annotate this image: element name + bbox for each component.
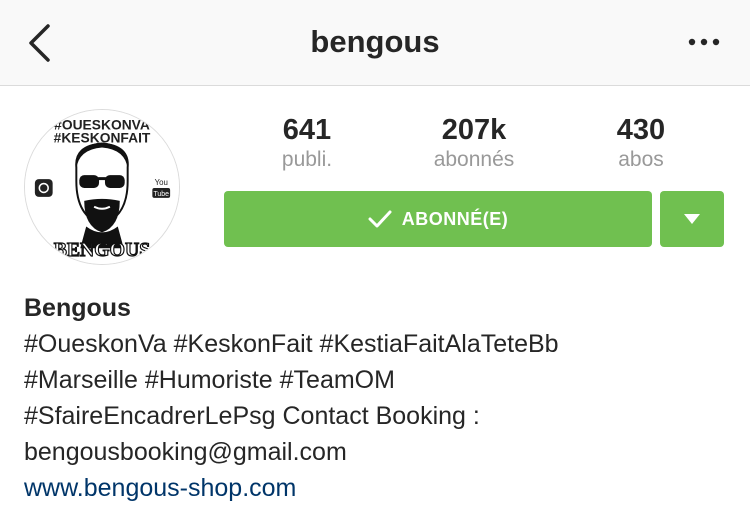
navigation-bar: bengous [0, 0, 750, 86]
checkmark-icon [368, 210, 392, 228]
caret-down-icon [684, 214, 700, 224]
following-count[interactable]: 430 abos [571, 113, 711, 173]
followers-count[interactable]: 207k abonnés [404, 113, 544, 173]
profile-avatar[interactable]: #OUESKONVA #KESKONFAIT You Tube BENGOUS [24, 109, 180, 265]
posts-count-value: 641 [282, 114, 332, 146]
instagram-badge-icon [34, 179, 53, 197]
profile-bio: Bengous #OueskonVa #KeskonFait #KestiaFa… [24, 290, 734, 506]
following-button-label: ABONNÉ(E) [401, 208, 509, 229]
profile-website-link[interactable]: www.bengous-shop.com [24, 470, 296, 506]
avatar-text-bottom: BENGOUS [54, 239, 151, 261]
followers-count-label: abonnés [433, 148, 515, 171]
following-count-value: 430 [616, 114, 666, 146]
more-options-button[interactable] [686, 30, 722, 54]
avatar-badge-tube: Tube [153, 191, 169, 198]
more-horizontal-icon [688, 38, 720, 46]
suggested-accounts-dropdown-button[interactable] [660, 191, 724, 247]
avatar-badge-you: You [155, 178, 168, 187]
posts-count[interactable]: 641 publi. [237, 113, 377, 173]
profile-display-name: Bengous [24, 294, 131, 322]
bio-line: #SfaireEncadrerLePsg Contact Booking : [24, 402, 480, 430]
following-button[interactable]: ABONNÉ(E) [224, 191, 652, 247]
posts-count-label: publi. [281, 148, 333, 171]
bio-line: #OueskonVa #KeskonFait #KestiaFaitAlaTet… [24, 330, 559, 358]
profile-username-title: bengous [310, 24, 440, 59]
bio-line: bengousbooking@gmail.com [24, 438, 347, 466]
followers-count-value: 207k [441, 114, 507, 146]
avatar-image: #OUESKONVA #KESKONFAIT You Tube BENGOUS [25, 110, 179, 264]
bio-line: #Marseille #Humoriste #TeamOM [24, 366, 395, 394]
following-count-label: abos [618, 148, 664, 171]
